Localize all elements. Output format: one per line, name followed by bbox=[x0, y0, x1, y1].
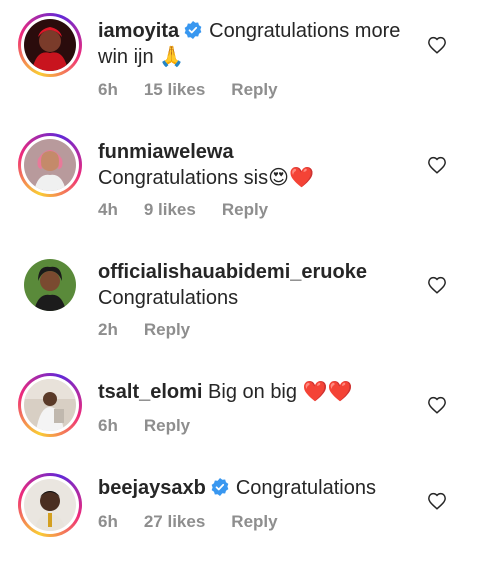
comment-text: Congratulations sis😍❤️ bbox=[98, 167, 314, 189]
heart-outline-icon[interactable] bbox=[427, 396, 447, 414]
comment-text: Congratulations bbox=[235, 477, 376, 499]
reply-button[interactable]: Reply bbox=[231, 80, 277, 99]
likes-count[interactable]: 9 likes bbox=[144, 200, 196, 219]
reply-button[interactable]: Reply bbox=[222, 200, 268, 219]
avatar bbox=[24, 479, 76, 531]
username[interactable]: tsalt_elomi bbox=[98, 381, 202, 403]
comment-time: 6h bbox=[98, 416, 118, 435]
comment-text: Big on big ❤️❤️ bbox=[208, 381, 353, 403]
verified-badge-icon bbox=[184, 21, 202, 39]
avatar-story-ring[interactable] bbox=[18, 13, 82, 77]
heart-outline-icon[interactable] bbox=[427, 156, 447, 174]
heart-outline-icon[interactable] bbox=[427, 276, 447, 294]
username[interactable]: funmiawelewa bbox=[98, 141, 234, 163]
avatar-story-ring[interactable] bbox=[18, 133, 82, 197]
username[interactable]: officialishauabidemi_eruoke bbox=[98, 261, 367, 283]
reply-button[interactable]: Reply bbox=[144, 416, 190, 435]
likes-count[interactable]: 15 likes bbox=[144, 80, 205, 99]
comment-time: 6h bbox=[98, 80, 118, 99]
comment-time: 4h bbox=[98, 200, 118, 219]
heart-outline-icon[interactable] bbox=[427, 36, 447, 54]
avatar bbox=[24, 379, 76, 431]
reply-button[interactable]: Reply bbox=[144, 320, 190, 339]
avatar-story-ring[interactable] bbox=[18, 373, 82, 437]
reply-button[interactable]: Reply bbox=[231, 512, 277, 531]
username[interactable]: iamoyita bbox=[98, 20, 179, 42]
avatar bbox=[24, 19, 76, 71]
comment-text: Congratulations bbox=[98, 287, 239, 309]
verified-badge-icon bbox=[211, 478, 229, 496]
heart-outline-icon[interactable] bbox=[427, 492, 447, 510]
comment-time: 2h bbox=[98, 320, 118, 339]
comment-time: 6h bbox=[98, 512, 118, 531]
avatar bbox=[24, 139, 76, 191]
username[interactable]: beejaysaxb bbox=[98, 477, 206, 499]
likes-count[interactable]: 27 likes bbox=[144, 512, 205, 531]
avatar bbox=[24, 259, 76, 311]
avatar-story-ring[interactable] bbox=[18, 473, 82, 537]
avatar-container[interactable] bbox=[18, 253, 82, 317]
